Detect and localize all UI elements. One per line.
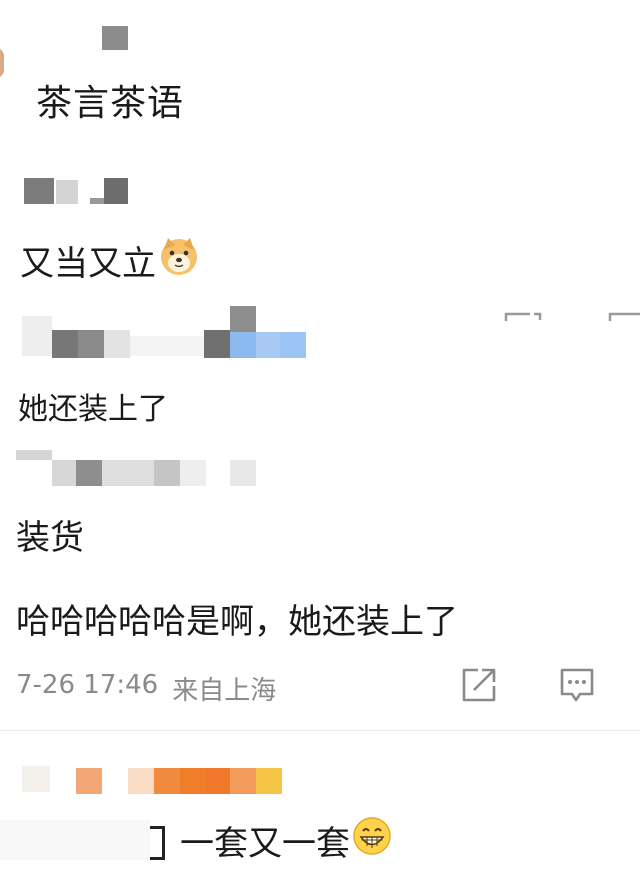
comment-text: 哈哈哈哈哈是啊，她还装上了 — [16, 602, 458, 642]
comment-text: 茶言茶语 — [36, 83, 185, 124]
text-fragment-bracket — [150, 826, 165, 860]
pixelated-username-part — [104, 330, 130, 358]
pixelated-username-part — [56, 180, 78, 204]
pixelated-username-part — [204, 330, 230, 358]
pixelated-username-part — [128, 768, 154, 794]
pixelated-username-part — [206, 768, 230, 794]
pixelated-username-part — [90, 198, 104, 204]
pixelated-username-part — [180, 460, 206, 486]
doge-emoji-icon — [158, 236, 200, 285]
comment-text-label: 又当又立 — [20, 244, 156, 284]
share-icon[interactable] — [460, 666, 498, 704]
pixelated-username-part — [154, 460, 180, 486]
pixelated-username-part — [230, 460, 256, 486]
pixelated-username-part — [280, 332, 306, 358]
pixelated-username-part — [256, 332, 280, 358]
comment-icon[interactable] — [608, 312, 640, 322]
share-icon[interactable] — [504, 312, 542, 322]
pixelated-username-part — [230, 768, 256, 794]
pixelated-username-part — [76, 460, 102, 486]
comment-meta: 7-26 17:46 来自上海 — [16, 670, 276, 707]
left-edge-avatar — [0, 48, 4, 78]
pixelated-username-part — [76, 768, 102, 794]
pixelated-username-part — [130, 336, 208, 356]
comment-text: 装货 — [16, 518, 84, 558]
pixelated-username-part — [78, 330, 104, 358]
pixelated-username-part — [104, 178, 128, 204]
pixelated-username-part — [180, 768, 206, 794]
pixelated-username-part — [102, 460, 154, 486]
pixelated-username-part — [230, 332, 256, 358]
grin-emoji-icon — [352, 816, 392, 865]
comment-text: 一套又一套 — [180, 816, 392, 865]
pixelated-username-part — [256, 768, 282, 794]
pixelated-username-part — [154, 768, 180, 794]
divider — [0, 730, 640, 731]
pixelated-username-part — [22, 316, 52, 356]
timestamp: 7-26 17:46 — [16, 670, 159, 700]
comment-text: 她还装上了 — [18, 392, 168, 427]
comment-icon[interactable] — [558, 666, 596, 704]
pixelated-username-part — [52, 330, 78, 358]
pixelated-username — [24, 178, 54, 204]
pixelated-username-part — [0, 820, 150, 860]
comment-text: 又当又立 — [20, 236, 200, 285]
pixelated-username-part — [52, 460, 76, 486]
pixelated-username — [102, 26, 128, 50]
pixelated-username-part — [230, 306, 256, 332]
pixelated-username-part — [16, 450, 52, 460]
comment-text-label: 一套又一套 — [180, 824, 350, 864]
location: 来自上海 — [172, 676, 277, 706]
pixelated-username-part — [22, 766, 50, 792]
